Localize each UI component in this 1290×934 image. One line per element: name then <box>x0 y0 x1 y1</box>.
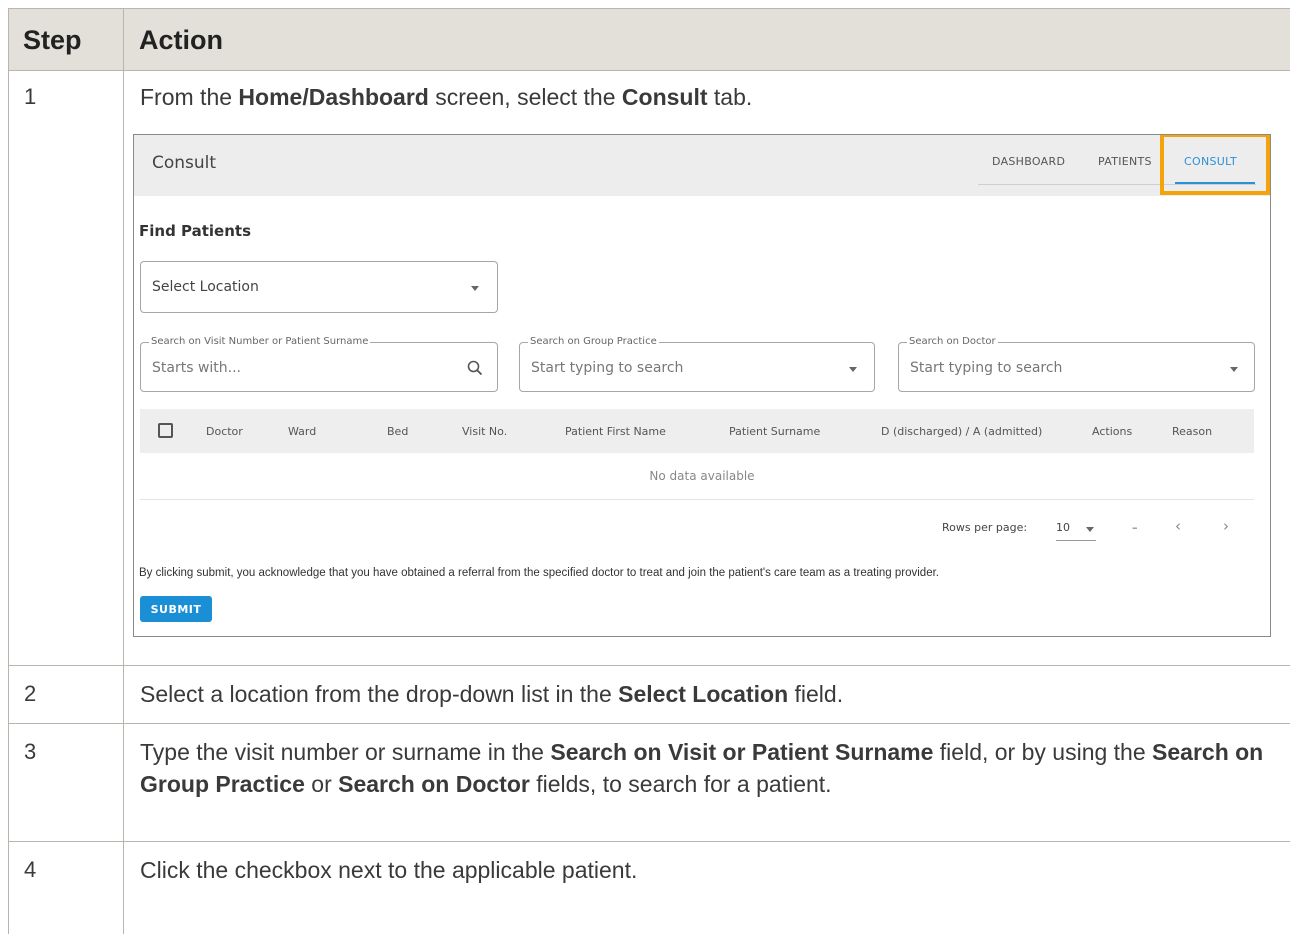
search-visit-placeholder: Starts with... <box>152 360 241 376</box>
table-row: 4 Click the checkbox next to the applica… <box>9 842 1290 934</box>
step-number: 4 <box>24 857 37 882</box>
chevron-down-icon <box>471 286 479 291</box>
table-row: 2 Select a location from the drop-down l… <box>9 666 1290 724</box>
consult-tab-highlight <box>1160 135 1270 195</box>
chevron-down-icon <box>849 367 857 372</box>
app-title: Consult <box>152 153 217 173</box>
col-reason[interactable]: Reason <box>1172 425 1212 438</box>
step-text: Type the visit number or surname in the … <box>140 739 1264 797</box>
rows-per-page-value: 10 <box>1056 521 1070 534</box>
bold-term: Search on Visit or Patient Surname <box>550 739 934 765</box>
bold-term: Consult <box>621 84 708 110</box>
col-visit-no[interactable]: Visit No. <box>462 425 507 438</box>
col-actions: Actions <box>1092 425 1133 438</box>
col-ward[interactable]: Ward <box>288 425 316 438</box>
patients-table-header: Doctor Ward Bed Visit No. Patient First … <box>140 409 1254 453</box>
header-step: Step <box>23 24 82 55</box>
step-text: Select a location from the drop-down lis… <box>140 681 844 707</box>
search-visit-input[interactable]: Search on Visit Number or Patient Surnam… <box>140 336 498 392</box>
step-text: Click the checkbox next to the applicabl… <box>140 857 638 883</box>
submit-button[interactable]: SUBMIT <box>140 596 212 622</box>
find-patients-title: Find Patients <box>139 222 252 240</box>
header-action: Action <box>139 24 223 55</box>
select-location-dropdown[interactable]: Select Location <box>140 261 498 313</box>
step-text: From the Home/Dashboard screen, select t… <box>140 84 753 110</box>
chevron-down-icon <box>1230 367 1238 372</box>
table-header-row: Step Action <box>9 8 1290 71</box>
bold-term: Search on Doctor <box>338 771 530 797</box>
chevron-down-icon <box>1086 527 1094 532</box>
no-data-message: No data available <box>649 469 755 483</box>
submit-disclaimer: By clicking submit, you acknowledge that… <box>139 567 939 579</box>
col-bed[interactable]: Bed <box>387 425 408 438</box>
select-all-checkbox[interactable] <box>158 423 173 438</box>
select-location-text: Select Location <box>152 279 259 295</box>
search-doctor-dropdown[interactable]: Search on Doctor Start typing to search <box>898 336 1255 392</box>
rows-per-page-label: Rows per page: <box>942 521 1028 534</box>
step-number: 3 <box>24 739 37 764</box>
rows-per-page-select[interactable]: 10 <box>1056 521 1096 541</box>
prev-page-button[interactable]: ‹ <box>1175 517 1181 535</box>
search-group-practice-dropdown[interactable]: Search on Group Practice Start typing to… <box>519 336 875 392</box>
col-status[interactable]: D (discharged) / A (admitted) <box>881 425 1042 438</box>
search-doctor-label: Search on Doctor <box>907 336 998 347</box>
app-header: Consult DASHBOARD PATIENTS CONSULT <box>134 135 1270 196</box>
col-first-name[interactable]: Patient First Name <box>565 425 666 438</box>
tab-patients[interactable]: PATIENTS <box>1098 155 1152 168</box>
step-number: 1 <box>24 84 37 109</box>
table-divider <box>140 499 1254 500</box>
page-range: – <box>1132 521 1138 534</box>
col-surname[interactable]: Patient Surname <box>729 425 820 438</box>
search-group-placeholder: Start typing to search <box>531 360 684 376</box>
consult-screenshot: Consult DASHBOARD PATIENTS CONSULT Find … <box>133 134 1271 637</box>
search-icon[interactable] <box>467 360 483 376</box>
search-doctor-placeholder: Start typing to search <box>910 360 1063 376</box>
bold-term: Home/Dashboard <box>238 84 429 110</box>
search-visit-label: Search on Visit Number or Patient Surnam… <box>149 336 371 347</box>
search-group-label: Search on Group Practice <box>528 336 659 347</box>
next-page-button[interactable]: › <box>1223 517 1229 535</box>
step-number: 2 <box>24 681 37 706</box>
tab-dashboard[interactable]: DASHBOARD <box>992 155 1065 168</box>
col-doctor[interactable]: Doctor <box>206 425 243 438</box>
table-row: 3 Type the visit number or surname in th… <box>9 724 1290 842</box>
bold-term: Select Location <box>618 681 789 707</box>
